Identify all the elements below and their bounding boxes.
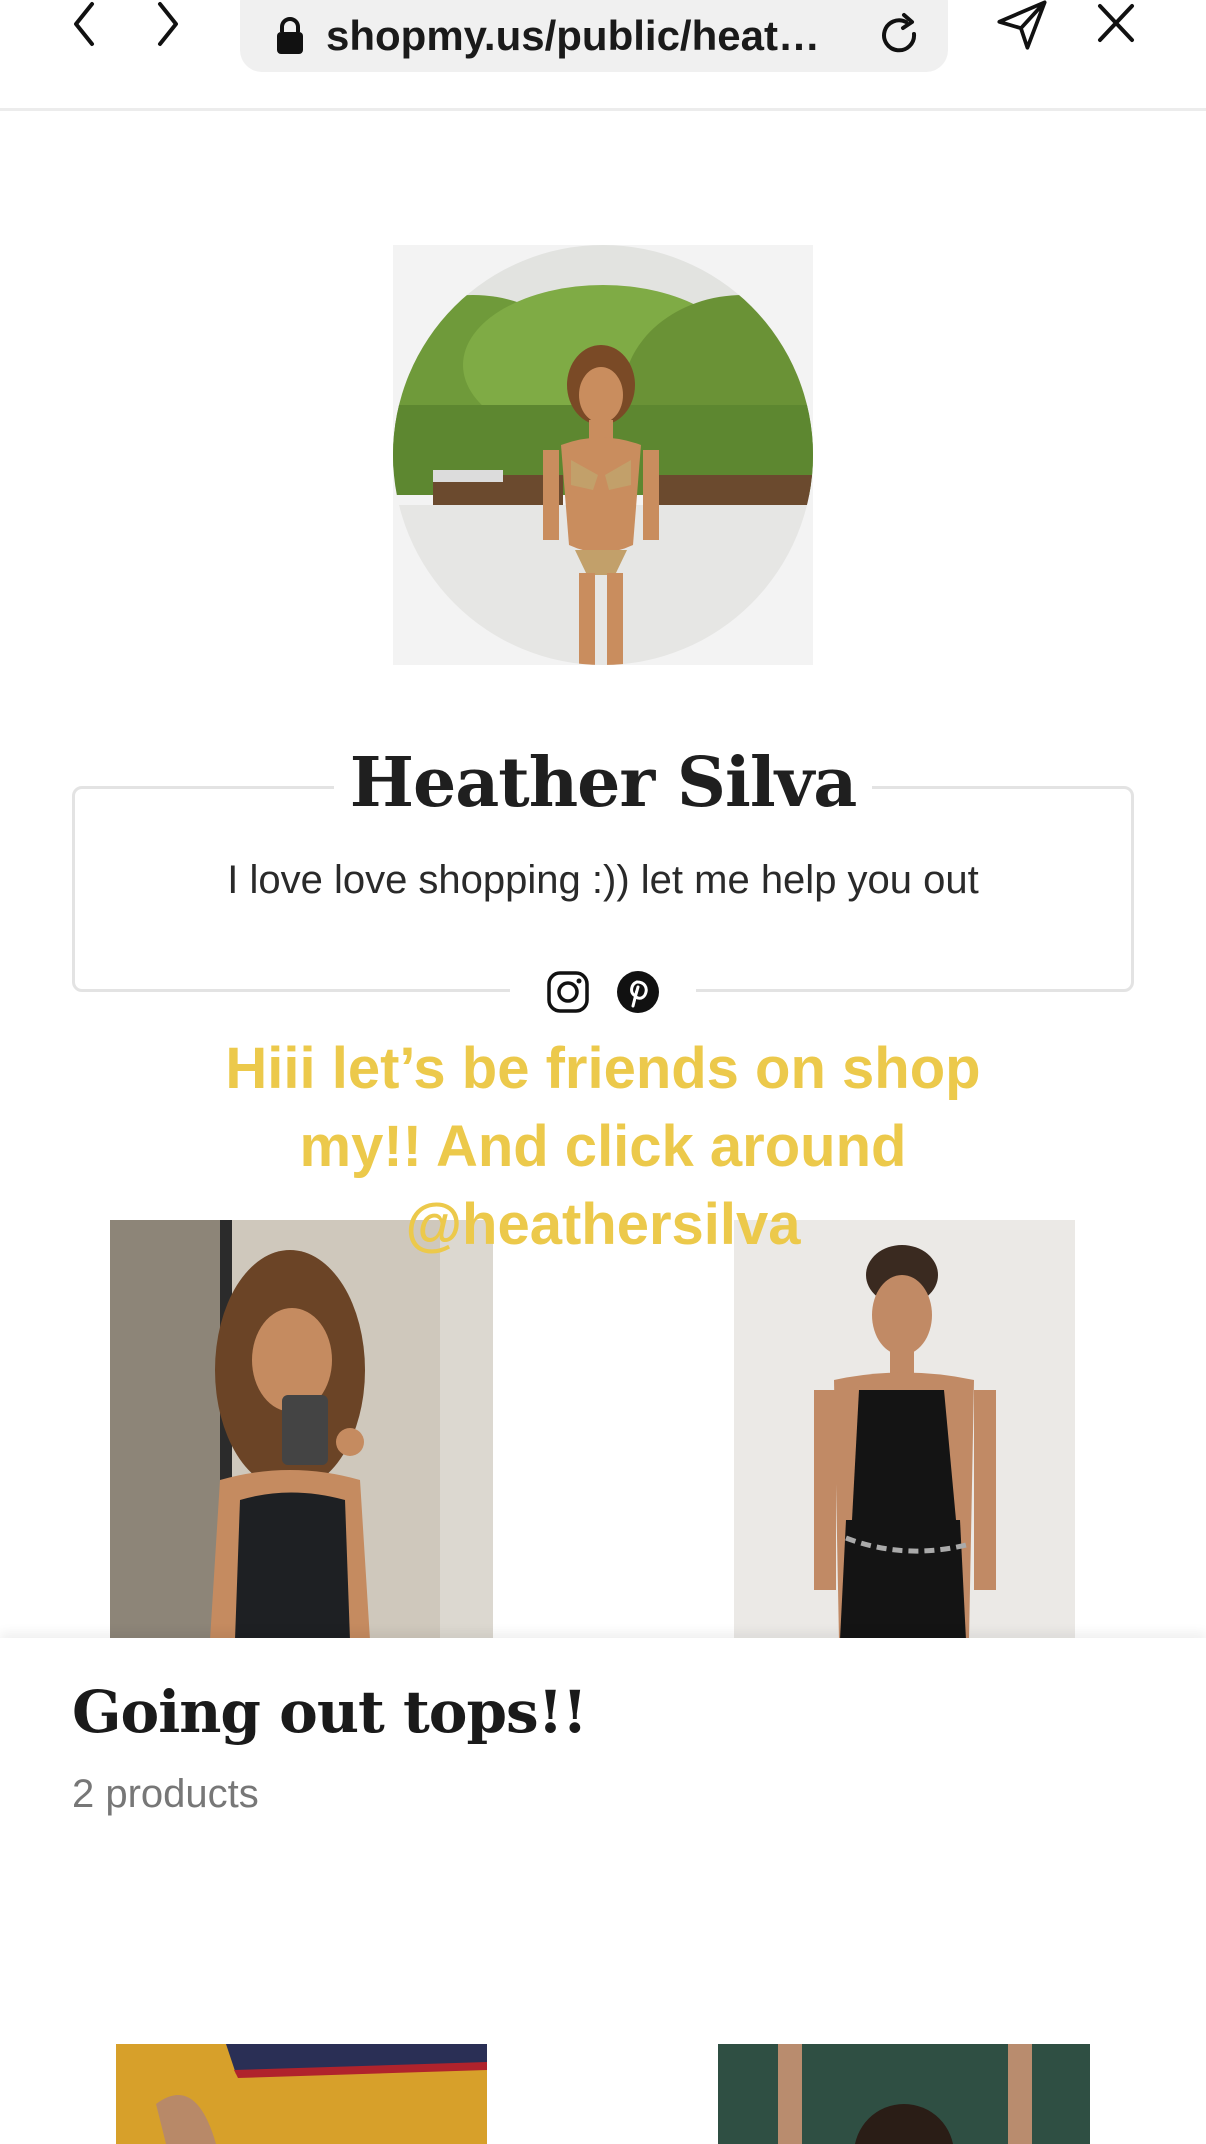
close-icon — [1098, 4, 1134, 42]
collection-title: Going out tops!! — [72, 1678, 588, 1746]
profile-bio: I love love shopping :)) let me help you… — [227, 858, 979, 902]
close-button[interactable] — [1086, 0, 1146, 50]
address-bar[interactable]: shopmy.us/public/heat… — [240, 0, 948, 72]
reload-icon[interactable] — [876, 12, 924, 60]
send-icon — [997, 0, 1047, 50]
url-text: shopmy.us/public/heat… — [326, 12, 820, 59]
social-links — [510, 960, 696, 1024]
avatar-frame — [393, 245, 813, 665]
profile-name: Heather Silva — [334, 733, 872, 833]
product-image-halter-top[interactable] — [734, 1220, 1075, 1640]
share-button[interactable] — [992, 0, 1052, 50]
collection-sheet[interactable]: Going out tops!! 2 products — [0, 1638, 1206, 2144]
collection-count: 2 products — [72, 1772, 259, 1816]
chevron-left-icon — [74, 2, 94, 46]
product-image-1[interactable] — [116, 2044, 487, 2144]
browser-toolbar: shopmy.us/public/heat… — [0, 0, 1206, 111]
promo-text: Hiii let’s be friends on shop my!! And c… — [225, 1036, 981, 1257]
chevron-right-icon — [158, 2, 178, 46]
product-image-2[interactable] — [718, 2044, 1090, 2144]
instagram-icon[interactable] — [546, 970, 590, 1014]
pinterest-icon[interactable] — [616, 970, 660, 1014]
lock-icon — [277, 17, 303, 54]
forward-button[interactable] — [138, 0, 198, 50]
avatar[interactable] — [393, 245, 813, 665]
back-button[interactable] — [54, 0, 114, 50]
avatar-photo — [393, 245, 813, 665]
product-image-corset-top[interactable] — [110, 1220, 493, 1640]
